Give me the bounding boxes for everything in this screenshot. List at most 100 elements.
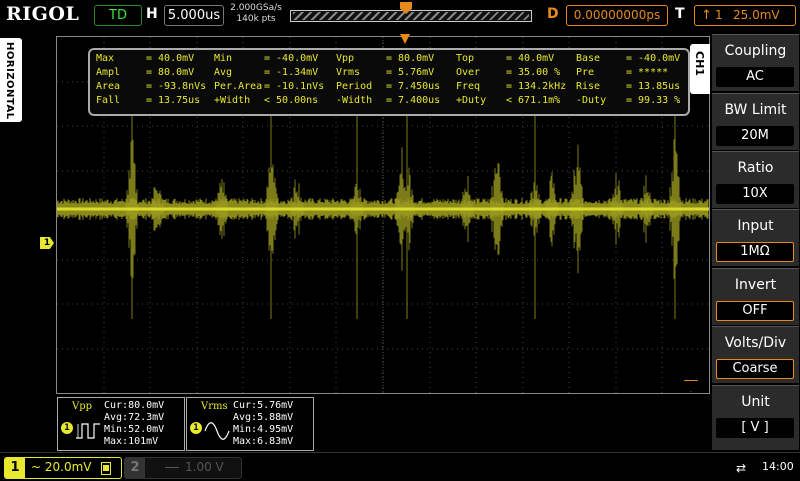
measurement-value: < 671.1m% xyxy=(506,95,561,106)
menu-bw-limit[interactable]: BW Limit 20M xyxy=(712,93,799,150)
vpp-stat-box[interactable]: Vpp 1 Cur:80.0mV Avg:72.3mV Min:52.0mV M… xyxy=(57,397,185,451)
measurement-value: = 7.400us xyxy=(386,95,441,106)
ch1-badge: 1 xyxy=(61,422,73,434)
memory-bar-pattern xyxy=(293,12,529,20)
ch1-badge: 1 xyxy=(190,422,202,434)
measurement-label: Per.Area xyxy=(214,81,263,92)
delay-label: D xyxy=(547,6,559,22)
measurement-value: = 13.75us xyxy=(146,95,201,106)
measurement-value: = 7.450us xyxy=(386,81,441,92)
menu-ratio-value: 10X xyxy=(716,184,794,204)
measurement-label: Min xyxy=(214,53,233,64)
measurement-value: = -1.34mV xyxy=(264,67,319,78)
measurement-label: Area xyxy=(96,81,121,92)
menu-invert-title: Invert xyxy=(734,277,777,293)
menu-bw-limit-value: 20M xyxy=(716,126,794,146)
menu-bw-limit-title: BW Limit xyxy=(724,102,787,118)
vpp-stat-title: Vpp xyxy=(72,401,93,412)
measurement-value: = 99.33 % xyxy=(626,95,681,106)
memory-position-bar[interactable] xyxy=(290,10,532,22)
measurement-value: = 80.0mV xyxy=(386,53,435,64)
horizontal-tab-label: HORIZONTAL xyxy=(4,42,15,120)
menu-invert[interactable]: Invert OFF xyxy=(712,268,799,325)
run-state-badge[interactable]: TD xyxy=(94,5,142,26)
measurement-label: Rise xyxy=(576,81,601,92)
pulse-waveform-icon xyxy=(76,423,100,439)
ch1-offset-marker[interactable]: 1 xyxy=(40,237,54,249)
measurement-label: Base xyxy=(576,53,601,64)
menu-unit-value: [ V ] xyxy=(716,418,794,438)
ch1-marker-label: 1 xyxy=(43,238,51,248)
menu-input-value: 1MΩ xyxy=(716,242,794,262)
menu-ratio-title: Ratio xyxy=(737,160,774,176)
measurement-label: Vpp xyxy=(336,53,355,64)
timebase-value[interactable]: 5.000us xyxy=(164,5,224,26)
measurement-value: = 13.85us xyxy=(626,81,681,92)
vrms-stat-box[interactable]: Vrms 1 Cur:5.76mV Avg:5.88mV Min:4.95mV … xyxy=(186,397,314,451)
measurement-value: = -93.8nVs xyxy=(146,81,207,92)
ch1-menu-tab-label: CH1 xyxy=(693,51,706,76)
measurement-label: -Width xyxy=(336,95,373,106)
measurement-label: -Duty xyxy=(576,95,607,106)
menu-unit[interactable]: Unit [ V ] xyxy=(712,385,799,450)
ch2-status-scale: 1.00 V xyxy=(185,460,224,474)
measurement-label: Max xyxy=(96,53,115,64)
measurement-row: Ampl = 80.0mV Avg = -1.34mV Vrms = 5.76mV Over… xyxy=(96,67,686,80)
vpp-avg: Avg:72.3mV xyxy=(104,412,165,423)
measurement-label: Avg xyxy=(214,67,233,78)
measurement-value: = 134.2kHz xyxy=(506,81,567,92)
measurement-label: Fall xyxy=(96,95,121,106)
trigger-level-box[interactable]: ↑ 1 25.0mV xyxy=(694,5,796,26)
menu-coupling[interactable]: Coupling AC xyxy=(712,34,799,91)
rising-edge-icon: ↑ xyxy=(701,8,712,23)
ch1-menu-tab[interactable]: CH1 xyxy=(690,44,710,94)
menu-input-title: Input xyxy=(737,218,774,234)
vrms-stat-title: Vrms xyxy=(201,401,228,412)
horizontal-label: H xyxy=(146,6,158,22)
measurement-label: Ampl xyxy=(96,67,121,78)
menu-volts-div-value: Coarse xyxy=(716,359,794,379)
measurement-label: +Duty xyxy=(456,95,487,106)
measurement-label: +Width xyxy=(214,95,251,106)
measurement-row: Area = -93.8nVs Per.Area = -10.1nVs Period = … xyxy=(96,81,686,94)
status-bar: 1 ~ 20.0mV 2 1.00 V ⇄ 14:00 xyxy=(0,452,800,481)
vpp-max: Max:101mV xyxy=(104,436,159,447)
measurement-label: Over xyxy=(456,67,481,78)
vrms-min: Min:4.95mV xyxy=(233,424,294,435)
measurement-value: = 35.00 % xyxy=(506,67,561,78)
ch2-status-number: 2 xyxy=(125,458,145,478)
trigger-level-value: 25.0mV xyxy=(733,8,780,22)
trigger-delay-value[interactable]: 0.00000000ps xyxy=(566,5,668,26)
menu-coupling-title: Coupling xyxy=(724,43,787,59)
brand-logo: RIGOL xyxy=(6,3,80,25)
trigger-channel: 1 xyxy=(715,8,723,22)
bw-limit-icon xyxy=(101,462,111,475)
sine-waveform-icon xyxy=(204,422,230,440)
measurement-value: = 40.0mV xyxy=(506,53,555,64)
usb-icon: ⇄ xyxy=(736,461,747,475)
top-bar: RIGOL TD H 5.000us 2.000GSa/s 140k pts D… xyxy=(0,0,800,30)
menu-coupling-value: AC xyxy=(716,67,794,87)
measurement-value: = 80.0mV xyxy=(146,67,195,78)
measurement-label: Freq xyxy=(456,81,481,92)
menu-volts-div[interactable]: Volts/Div Coarse xyxy=(712,326,799,383)
ch1-status-scale: ~ 20.0mV xyxy=(31,460,92,474)
measurement-value: = -40.0mV xyxy=(264,53,319,64)
sample-rate: 2.000GSa/s xyxy=(230,3,282,13)
ch2-status[interactable]: 2 1.00 V xyxy=(124,457,242,479)
memory-depth: 140k pts xyxy=(236,14,276,24)
measurement-value: = 40.0mV xyxy=(146,53,195,64)
menu-ratio[interactable]: Ratio 10X xyxy=(712,151,799,208)
measurement-row: Fall = 13.75us +Width < 50.00ns -Width = 7.40… xyxy=(96,95,686,108)
measurement-value: = -40.0mV xyxy=(626,53,681,64)
menu-input[interactable]: Input 1MΩ xyxy=(712,209,799,266)
horizontal-tab[interactable]: HORIZONTAL xyxy=(0,38,22,122)
measurement-value: < 50.00ns xyxy=(264,95,319,106)
measurement-value: = 5.76mV xyxy=(386,67,435,78)
measurement-row: Max = 40.0mV Min = -40.0mV Vpp = 80.0mV Top = 4… xyxy=(96,53,686,66)
ch1-status[interactable]: 1 ~ 20.0mV xyxy=(4,457,122,479)
menu-unit-title: Unit xyxy=(741,394,770,410)
measurement-label: Period xyxy=(336,81,373,92)
measurement-label: Top xyxy=(456,53,475,64)
ch1-status-number: 1 xyxy=(5,458,25,478)
